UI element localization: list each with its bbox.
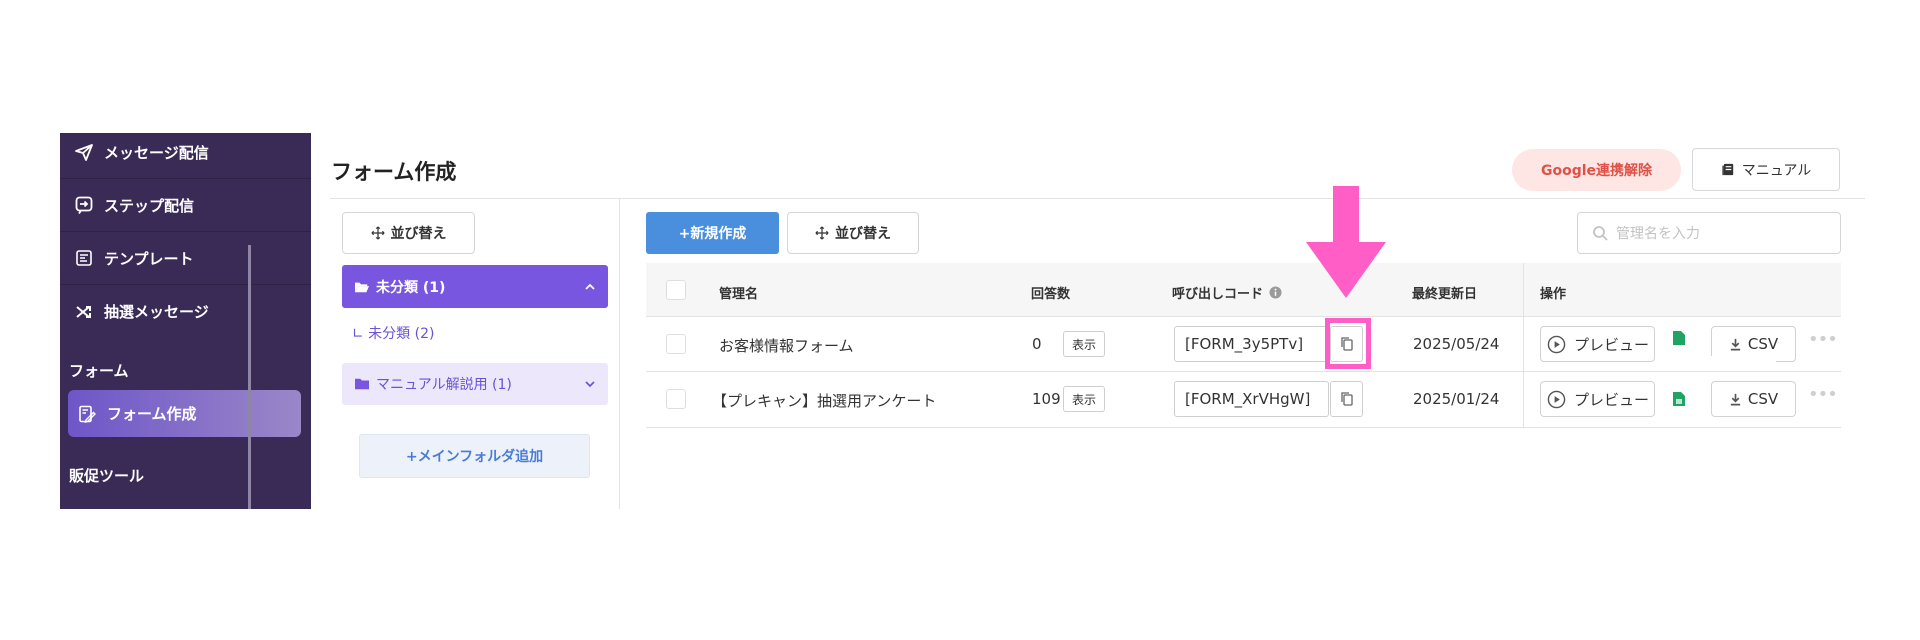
header-divider	[330, 198, 1865, 199]
folder-label: 未分類 (1)	[376, 279, 446, 296]
new-form-button[interactable]: +新規作成	[646, 212, 779, 254]
row-checkbox[interactable]	[666, 389, 686, 409]
header-code-label: 呼び出しコード	[1172, 287, 1264, 302]
page-title: フォーム作成	[331, 160, 457, 184]
sidebar-section-form: フォーム	[69, 362, 129, 380]
updated-date: 2025/05/24	[1413, 335, 1500, 353]
download-icon	[1730, 393, 1741, 405]
sidebar-item-label: メッセージ配信	[104, 143, 209, 162]
csv-label: CSV	[1747, 390, 1779, 408]
updated-date: 2025/01/24	[1413, 390, 1500, 408]
subfolder-uncategorized[interactable]: ∟ 未分類 (2)	[352, 323, 434, 343]
sidebar-item-label: テンプレート	[104, 249, 194, 268]
copy-icon	[1340, 392, 1353, 406]
more-options-icon[interactable]: •••	[1808, 329, 1838, 350]
spreadsheet-icon[interactable]	[1672, 330, 1686, 346]
book-icon	[1722, 163, 1733, 176]
sidebar: メッセージ配信 ステップ配信 テンプレート 抽選メッセージ フォーム フォーム作…	[60, 133, 311, 509]
header-updated: 最終更新日	[1412, 287, 1478, 302]
folder-sort-label: 並び替え	[390, 226, 447, 242]
header-responses: 回答数	[1031, 287, 1071, 302]
sidebar-item-label: フォーム作成	[107, 405, 197, 423]
more-options-icon[interactable]: •••	[1808, 384, 1838, 405]
sidebar-item-label: 抽選メッセージ	[104, 303, 209, 321]
template-icon	[76, 250, 92, 266]
sidebar-item-form-create[interactable]: フォーム作成	[68, 390, 301, 437]
chevron-up-icon	[585, 283, 595, 290]
sidebar-item-step[interactable]: ステップ配信	[60, 179, 311, 232]
spreadsheet-icon[interactable]	[1672, 391, 1686, 407]
preview-label: プレビュー	[1574, 390, 1650, 409]
call-code-field[interactable]: [FORM_3y5PTv]	[1174, 326, 1329, 362]
sidebar-item-template[interactable]: テンプレート	[60, 232, 311, 285]
download-icon	[1730, 338, 1741, 350]
row-checkbox[interactable]	[666, 334, 686, 354]
manual-button-label: マニュアル	[1741, 162, 1812, 179]
select-all-checkbox[interactable]	[666, 280, 686, 300]
add-main-folder-button[interactable]: +メインフォルダ追加	[359, 434, 590, 478]
annotation-highlight-box	[1325, 318, 1371, 369]
row-divider	[646, 427, 1841, 428]
header-code: 呼び出しコード	[1172, 283, 1282, 302]
panel-divider	[619, 199, 620, 509]
chevron-down-icon	[585, 381, 595, 388]
csv-label: CSV	[1747, 335, 1779, 353]
search-icon	[1593, 226, 1608, 241]
list-sort-label: 並び替え	[835, 226, 891, 242]
show-responses-button[interactable]: 表示	[1063, 331, 1105, 357]
info-icon[interactable]	[1269, 286, 1282, 299]
move-icon	[370, 226, 385, 240]
list-sort-button[interactable]: 並び替え	[787, 212, 919, 254]
play-circle-icon	[1547, 390, 1566, 408]
show-responses-button[interactable]: 表示	[1063, 386, 1105, 412]
folder-icon	[355, 378, 369, 390]
preview-label: プレビュー	[1574, 335, 1650, 354]
response-count: 0	[1032, 335, 1042, 353]
play-circle-icon	[1547, 335, 1566, 353]
folder-sort-button[interactable]: 並び替え	[342, 212, 475, 254]
sidebar-item-message[interactable]: メッセージ配信	[60, 133, 311, 179]
form-name[interactable]: お客様情報フォーム	[719, 335, 854, 356]
google-unlink-button[interactable]: Google連携解除	[1512, 149, 1681, 191]
move-icon	[815, 226, 829, 240]
copy-code-button[interactable]	[1330, 381, 1363, 417]
folder-uncategorized[interactable]: 未分類 (1)	[342, 265, 608, 308]
form-edit-icon	[79, 405, 96, 423]
csv-download-button[interactable]: CSV	[1711, 381, 1796, 417]
paper-plane-icon	[75, 144, 93, 161]
folder-manual-explanation[interactable]: マニュアル解説用 (1)	[342, 363, 608, 405]
sidebar-item-lottery[interactable]: 抽選メッセージ	[60, 285, 311, 338]
header-name: 管理名	[719, 287, 759, 302]
sidebar-section-promo: 販促ツール	[69, 467, 145, 485]
search-placeholder: 管理名を入力	[1616, 226, 1700, 242]
step-message-icon	[75, 196, 93, 214]
sidebar-scrollbar[interactable]	[248, 245, 251, 509]
preview-button[interactable]: プレビュー	[1540, 381, 1655, 417]
folder-label: マニュアル解説用 (1)	[376, 377, 512, 393]
sidebar-item-label: ステップ配信	[104, 196, 195, 215]
dropdown-overlay	[1656, 356, 1776, 370]
call-code-field[interactable]: [FORM_XrVHgW]	[1174, 381, 1329, 417]
preview-button[interactable]: プレビュー	[1540, 326, 1655, 362]
folder-open-icon	[355, 282, 369, 292]
shuffle-icon	[76, 305, 91, 318]
form-name[interactable]: 【プレキャン】抽選用アンケート	[712, 390, 936, 411]
header-actions: 操作	[1540, 287, 1567, 302]
response-count: 109	[1032, 390, 1061, 408]
search-input[interactable]: 管理名を入力	[1577, 212, 1841, 254]
annotation-arrow-down	[1306, 186, 1386, 298]
manual-button[interactable]: マニュアル	[1692, 148, 1840, 191]
